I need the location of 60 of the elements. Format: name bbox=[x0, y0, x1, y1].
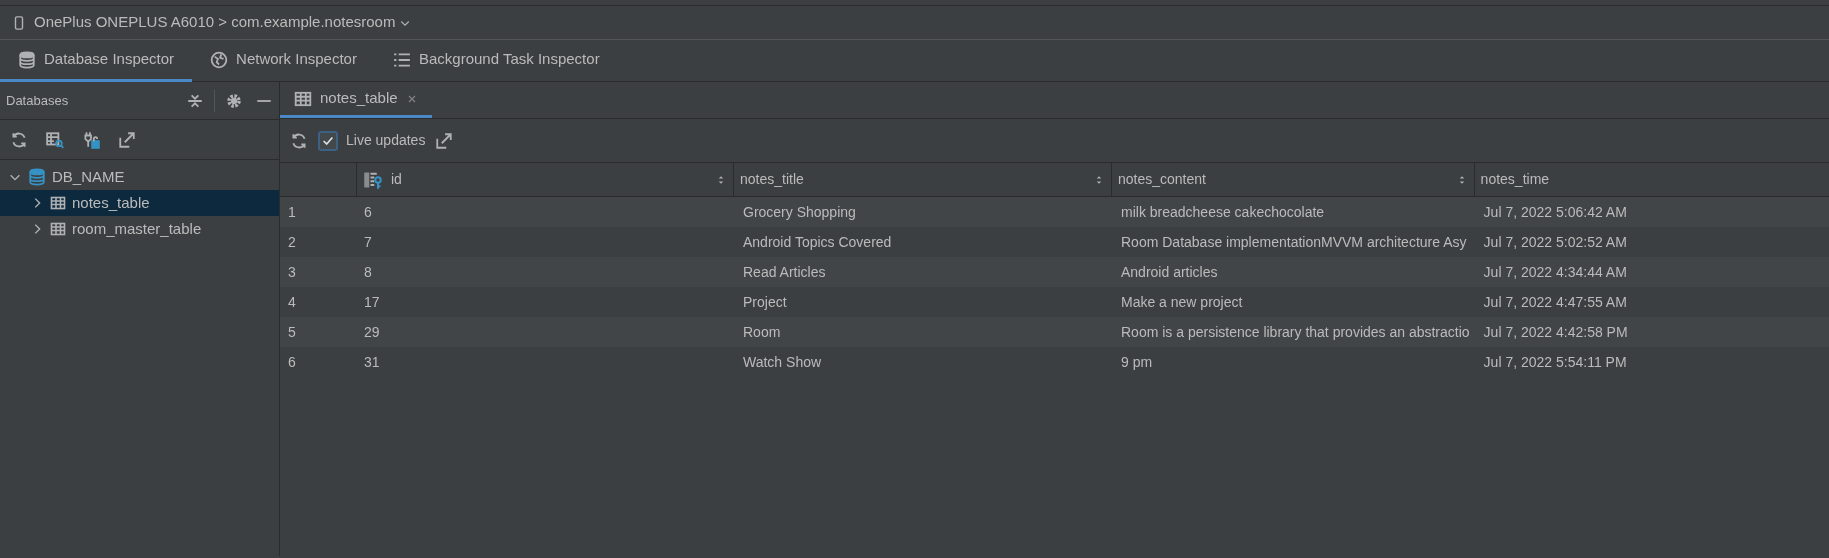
refresh-icon[interactable] bbox=[10, 130, 28, 149]
table-cell-text: 31 bbox=[363, 352, 381, 372]
table-cell: Grocery Shopping bbox=[733, 197, 1111, 227]
column-header[interactable]: id bbox=[356, 163, 733, 197]
checkbox-label[interactable]: Live updates bbox=[346, 130, 426, 151]
row-number: 2 bbox=[287, 232, 297, 252]
settings-icon[interactable] bbox=[225, 91, 243, 110]
export-icon[interactable] bbox=[435, 131, 454, 150]
database-icon bbox=[28, 168, 46, 186]
table-cell: Jul 7, 2022 5:06:42 AM bbox=[1473, 197, 1829, 227]
refresh-icon[interactable] bbox=[290, 131, 308, 150]
editor-tab[interactable]: notes_table bbox=[280, 82, 432, 118]
tree-item[interactable]: room_master_table bbox=[0, 216, 279, 242]
table-cell-text: Jul 7, 2022 5:54:11 PM bbox=[1482, 352, 1628, 372]
table-cell-text: 17 bbox=[363, 292, 381, 312]
query-icon[interactable] bbox=[46, 130, 64, 149]
table-cell: Read Articles bbox=[733, 257, 1111, 287]
table-cell-text: Jul 7, 2022 4:47:55 AM bbox=[1482, 292, 1628, 312]
globe-icon bbox=[210, 50, 229, 69]
row-number: 1 bbox=[280, 197, 356, 227]
table-cell-text: Make a new project bbox=[1120, 292, 1244, 312]
row-number: 5 bbox=[280, 317, 356, 347]
tree-item[interactable]: DB_NAME bbox=[0, 164, 279, 190]
table-cell-text: Project bbox=[742, 292, 788, 312]
column-header[interactable]: notes_time bbox=[1473, 163, 1829, 197]
column-header[interactable]: notes_content bbox=[1111, 163, 1474, 197]
table-icon bbox=[294, 89, 312, 108]
table-cell: Android articles bbox=[1111, 257, 1474, 287]
column-header[interactable]: notes_title bbox=[733, 163, 1111, 197]
list-icon bbox=[392, 50, 411, 69]
table-cell: 6 bbox=[356, 197, 733, 227]
row-number: 6 bbox=[287, 352, 297, 372]
row-number: 4 bbox=[287, 292, 297, 312]
inspector-tab[interactable]: Background Task Inspector bbox=[374, 40, 618, 82]
table-cell: Jul 7, 2022 4:34:44 AM bbox=[1473, 257, 1829, 287]
checkbox[interactable] bbox=[318, 130, 338, 151]
table-cell-text: Watch Show bbox=[742, 352, 823, 372]
phone-icon bbox=[12, 14, 26, 31]
table-icon bbox=[50, 195, 66, 211]
table-icon bbox=[50, 221, 66, 237]
table-cell: Room is a persistence library that provides an abstractio bbox=[1111, 317, 1474, 347]
table-cell: 8 bbox=[356, 257, 733, 287]
table-cell: 29 bbox=[356, 317, 733, 347]
plug-icon[interactable] bbox=[82, 130, 100, 149]
table-cell: milk breadcheese cakechocolate bbox=[1111, 197, 1474, 227]
tree-item[interactable]: notes_table bbox=[0, 190, 279, 216]
table-cell: Jul 7, 2022 4:42:58 PM bbox=[1473, 317, 1829, 347]
table-cell-text: 7 bbox=[363, 232, 373, 252]
export-icon[interactable] bbox=[118, 130, 136, 149]
table-cell-text: 9 pm bbox=[1120, 352, 1154, 372]
panel-title: Databases bbox=[6, 91, 70, 110]
inspector-tab[interactable]: Database Inspector bbox=[0, 40, 193, 82]
device-selector[interactable]: OnePlus ONEPLUS A6010 > com.example.notesroom bbox=[34, 11, 412, 34]
table-cell: Room bbox=[733, 317, 1111, 347]
table-cell-text: Android Topics Covered bbox=[742, 232, 893, 252]
table-cell-text: Room Database implementationMVVM architecture Asy bbox=[1120, 232, 1468, 252]
table-cell-text: Jul 7, 2022 5:02:52 AM bbox=[1482, 232, 1628, 252]
row-number: 3 bbox=[280, 257, 356, 287]
inspector-tab[interactable]: Network Inspector bbox=[192, 40, 375, 82]
database-icon bbox=[18, 50, 36, 69]
